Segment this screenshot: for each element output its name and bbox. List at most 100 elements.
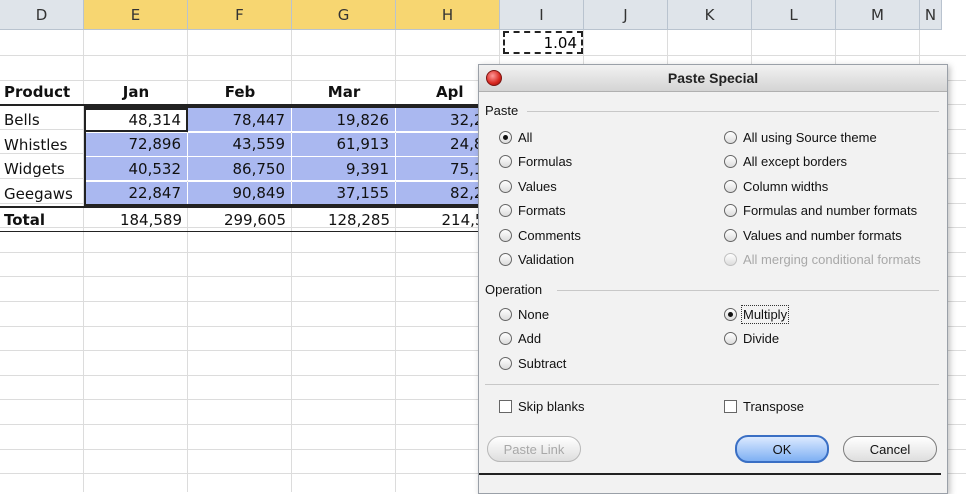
radio-label: Add: [518, 331, 542, 346]
radio-label: Formulas: [518, 154, 573, 169]
row-label-geegaws[interactable]: Geegaws: [0, 182, 84, 206]
cell-whistles-mar[interactable]: 61,913: [292, 132, 396, 157]
radio-button-icon: [724, 253, 737, 266]
radio-label: Formats: [518, 203, 566, 218]
radio-all[interactable]: All: [499, 128, 532, 146]
cell-whistles-feb[interactable]: 43,559: [188, 132, 292, 157]
paste-special-dialog: Paste Special Paste All Formulas Values For…: [478, 64, 948, 494]
radio-formulas[interactable]: Formulas: [499, 153, 572, 171]
radio-divide[interactable]: Divide: [724, 330, 779, 348]
radio-add[interactable]: Add: [499, 330, 541, 348]
column-header-f[interactable]: F: [188, 0, 292, 30]
cell-widgets-feb[interactable]: 86,750: [188, 157, 292, 181]
cell-geegaws-feb[interactable]: 90,849: [188, 181, 292, 206]
radio-label: Values: [518, 178, 557, 194]
column-header-d[interactable]: D: [0, 0, 84, 30]
column-header-m[interactable]: M: [836, 0, 920, 30]
radio-label: Multiply: [740, 304, 790, 324]
column-header-i[interactable]: I: [500, 0, 584, 30]
header-jan[interactable]: Jan: [84, 80, 188, 104]
radio-label: Formulas and number formats: [743, 203, 918, 218]
cancel-button[interactable]: Cancel: [843, 436, 937, 462]
checkbox-box: [724, 399, 737, 413]
radio-button-icon: [499, 179, 512, 193]
radio-button-icon: [499, 356, 512, 370]
radio-button-icon: [499, 204, 512, 217]
total-underline: [0, 231, 500, 232]
total-label[interactable]: Total: [0, 208, 84, 232]
operation-group-line: [557, 290, 939, 291]
radio-label: Validation: [518, 252, 575, 267]
radio-button-icon: [499, 155, 512, 168]
row-label-widgets[interactable]: Widgets: [0, 157, 84, 181]
row-label-whistles[interactable]: Whistles: [0, 133, 84, 157]
header-feb[interactable]: Feb: [188, 80, 292, 104]
operation-group-label: Operation: [485, 282, 543, 297]
ok-button[interactable]: OK: [735, 435, 829, 463]
column-header-j[interactable]: J: [584, 0, 668, 30]
gridline-horizontal: [0, 55, 966, 56]
copied-cell-I2[interactable]: 1.04: [503, 31, 583, 54]
cell-widgets-jan[interactable]: 40,532: [84, 157, 188, 181]
radio-all-except-borders[interactable]: All except borders: [724, 153, 847, 171]
radio-formats[interactable]: Formats: [499, 202, 566, 220]
column-header-k[interactable]: K: [668, 0, 752, 30]
radio-label: All except borders: [743, 154, 848, 169]
radio-label: Values and number formats: [743, 227, 902, 243]
radio-button-icon: [724, 332, 737, 345]
radio-validation[interactable]: Validation: [499, 251, 574, 269]
column-header-g[interactable]: G: [292, 0, 396, 30]
dialog-titlebar[interactable]: Paste Special: [479, 65, 947, 92]
radio-button-icon: [724, 179, 737, 193]
radio-comments[interactable]: Comments: [499, 226, 581, 244]
radio-formulas-and-number-formats[interactable]: Formulas and number formats: [724, 202, 917, 220]
radio-label: Subtract: [518, 355, 567, 371]
paste-group-label: Paste: [485, 103, 519, 118]
radio-button-icon: [499, 332, 512, 345]
radio-button-icon: [724, 307, 737, 321]
radio-column-widths[interactable]: Column widths: [724, 177, 828, 195]
total-jan[interactable]: 184,589: [84, 208, 188, 232]
cell-whistles-jan[interactable]: 72,896: [84, 132, 188, 157]
radio-values[interactable]: Values: [499, 177, 557, 195]
cell-widgets-mar[interactable]: 9,391: [292, 157, 396, 181]
cell-bells-feb[interactable]: 78,447: [188, 108, 292, 132]
skip-blanks-checkbox[interactable]: Skip blanks: [499, 397, 584, 415]
column-header-n[interactable]: N: [920, 0, 942, 30]
header-mar[interactable]: Mar: [292, 80, 396, 104]
row-label-bells[interactable]: Bells: [0, 108, 84, 132]
radio-all-using-source-theme[interactable]: All using Source theme: [724, 128, 877, 146]
separator-line: [485, 384, 939, 385]
total-mar[interactable]: 128,285: [292, 208, 396, 232]
radio-values-and-number-formats[interactable]: Values and number formats: [724, 226, 902, 244]
paste-group-line: [527, 111, 939, 112]
header-underline: [0, 104, 500, 106]
total-feb[interactable]: 299,605: [188, 208, 292, 232]
cell-bells-jan[interactable]: 48,314: [84, 108, 188, 132]
paste-link-button[interactable]: Paste Link: [487, 436, 581, 462]
radio-all-merging-conditional-formats: All merging conditional formats: [724, 251, 921, 269]
column-header-l[interactable]: L: [752, 0, 836, 30]
skip-blanks-label: Skip blanks: [518, 398, 585, 414]
cell-geegaws-jan[interactable]: 22,847: [84, 181, 188, 206]
dialog-title: Paste Special: [667, 70, 759, 86]
column-header-h[interactable]: H: [396, 0, 500, 30]
radio-none[interactable]: None: [499, 305, 549, 323]
radio-label: Comments: [518, 227, 581, 243]
radio-label: All: [518, 129, 533, 145]
radio-button-icon: [499, 130, 512, 144]
radio-label: None: [518, 306, 550, 322]
checkbox-box: [499, 399, 512, 413]
radio-button-icon: [499, 307, 512, 321]
radio-label: Divide: [743, 331, 780, 346]
header-product[interactable]: Product: [0, 80, 84, 104]
dialog-bottom-line: [479, 473, 941, 475]
radio-button-icon: [499, 228, 512, 242]
radio-multiply[interactable]: Multiply: [724, 304, 790, 324]
transpose-checkbox[interactable]: Transpose: [724, 397, 804, 415]
radio-label: Column widths: [743, 178, 829, 194]
column-header-e[interactable]: E: [84, 0, 188, 30]
radio-subtract[interactable]: Subtract: [499, 354, 566, 372]
cell-geegaws-mar[interactable]: 37,155: [292, 181, 396, 206]
cell-bells-mar[interactable]: 19,826: [292, 108, 396, 132]
